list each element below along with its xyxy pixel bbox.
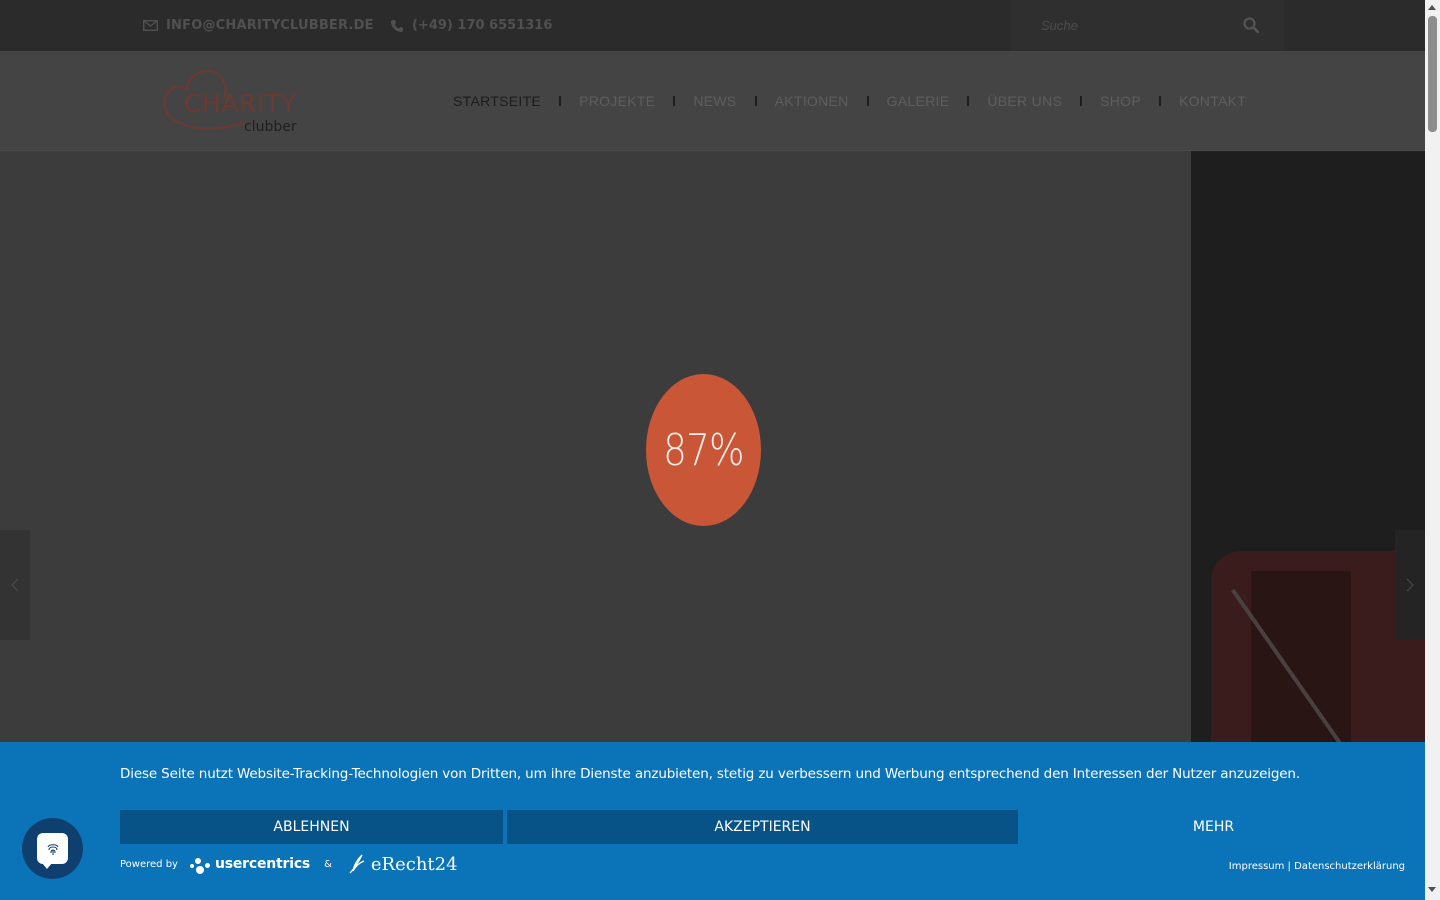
legal-links: Impressum | Datenschutzerklärung <box>1229 861 1405 872</box>
nav-link-galerie[interactable]: GALERIE <box>874 93 963 109</box>
slider-prev-button[interactable] <box>0 530 30 640</box>
legal-separator: | <box>1284 861 1295 872</box>
nav-separator <box>1158 96 1161 106</box>
scroll-down-arrow-icon[interactable] <box>1428 887 1436 892</box>
nav-separator <box>673 96 676 106</box>
chevron-right-icon <box>1406 578 1414 592</box>
top-contact-bar: INFO@CHARITYCLUBBER.DE (+49) 170 6551316 <box>0 0 1425 51</box>
powered-by: Powered by usercentrics & eRecht24 <box>120 852 458 876</box>
fingerprint-icon <box>46 843 59 855</box>
search-input[interactable] <box>1041 13 1241 37</box>
hero-slide-image <box>1191 151 1425 742</box>
site-header: CHARITY clubber STARTSEITE PROJEKTE NEWS… <box>0 51 1425 151</box>
search-button[interactable] <box>1243 17 1261 35</box>
nav-item-news[interactable]: NEWS <box>680 93 749 109</box>
preloader-percent: 87% <box>663 424 744 476</box>
privacy-settings-button[interactable] <box>22 818 83 879</box>
more-button[interactable]: MEHR <box>1022 810 1405 844</box>
phone-icon <box>391 19 403 32</box>
datenschutz-link[interactable]: Datenschutzerklärung <box>1294 861 1405 872</box>
email-text: INFO@CHARITYCLUBBER.DE <box>166 18 374 33</box>
main-navigation: STARTSEITE PROJEKTE NEWS AKTIONEN GALERI… <box>440 51 1259 151</box>
nav-link-kontakt[interactable]: KONTAKT <box>1166 93 1259 109</box>
page: INFO@CHARITYCLUBBER.DE (+49) 170 6551316… <box>0 0 1440 900</box>
usercentrics-logo[interactable]: usercentrics <box>189 854 311 874</box>
nav-item-shop[interactable]: SHOP <box>1087 93 1154 109</box>
nav-item-aktionen[interactable]: AKTIONEN <box>762 93 862 109</box>
email-link[interactable]: INFO@CHARITYCLUBBER.DE <box>143 0 374 51</box>
nav-link-shop[interactable]: SHOP <box>1087 93 1154 109</box>
erecht24-wordmark: eRecht24 <box>370 853 458 875</box>
nav-separator <box>754 96 757 106</box>
usercentrics-wordmark: usercentrics <box>214 856 311 872</box>
nav-separator <box>866 96 869 106</box>
site-logo[interactable]: CHARITY clubber <box>160 66 300 136</box>
nav-separator <box>967 96 970 106</box>
nav-item-projekte[interactable]: PROJEKTE <box>566 93 668 109</box>
phone-link[interactable]: (+49) 170 6551316 <box>390 0 552 51</box>
nav-link-startseite[interactable]: STARTSEITE <box>440 93 554 109</box>
nav-link-aktionen[interactable]: AKTIONEN <box>762 93 862 109</box>
logo-heart-graphic: CHARITY clubber <box>163 69 297 135</box>
accept-button[interactable]: AKZEPTIEREN <box>507 810 1018 844</box>
scrollbar-thumb[interactable] <box>1428 16 1437 132</box>
cookie-consent-banner: Diese Seite nutzt Website-Tracking-Techn… <box>0 742 1425 900</box>
slide-image-shape <box>1251 571 1351 742</box>
nav-item-kontakt[interactable]: KONTAKT <box>1166 93 1259 109</box>
nav-item-galerie[interactable]: GALERIE <box>874 93 963 109</box>
phone-text: (+49) 170 6551316 <box>412 18 553 33</box>
slider-next-button[interactable] <box>1395 530 1425 640</box>
scroll-up-arrow-icon[interactable] <box>1428 5 1436 10</box>
cookie-message: Diese Seite nutzt Website-Tracking-Techn… <box>120 766 1300 782</box>
envelope-icon <box>143 20 158 31</box>
nav-link-news[interactable]: NEWS <box>680 93 749 109</box>
chevron-left-icon <box>11 578 19 592</box>
nav-item-ueber-uns[interactable]: ÜBER UNS <box>974 93 1075 109</box>
nav-separator <box>559 96 562 106</box>
preloader-progress: 87% <box>646 374 761 526</box>
hero-slider: 87% <box>0 151 1425 742</box>
chat-bubble <box>37 833 68 869</box>
logo-sub-text: clubber <box>244 119 297 135</box>
page-scrollbar[interactable] <box>1425 0 1440 900</box>
reject-button[interactable]: ABLEHNEN <box>120 810 503 844</box>
nav-link-ueber-uns[interactable]: ÜBER UNS <box>974 93 1075 109</box>
search-icon <box>1243 17 1260 34</box>
usercentrics-dots-icon <box>189 854 212 874</box>
nav-item-startseite[interactable]: STARTSEITE <box>440 93 554 109</box>
search-box <box>1011 0 1284 51</box>
erecht24-signature-icon <box>349 854 365 874</box>
ampersand: & <box>324 858 332 870</box>
nav-separator <box>1080 96 1083 106</box>
impressum-link[interactable]: Impressum <box>1229 861 1285 872</box>
nav-link-projekte[interactable]: PROJEKTE <box>566 93 668 109</box>
logo-main-text: CHARITY <box>184 89 297 118</box>
erecht24-logo[interactable]: eRecht24 <box>346 853 458 875</box>
powered-by-label: Powered by <box>120 858 178 870</box>
